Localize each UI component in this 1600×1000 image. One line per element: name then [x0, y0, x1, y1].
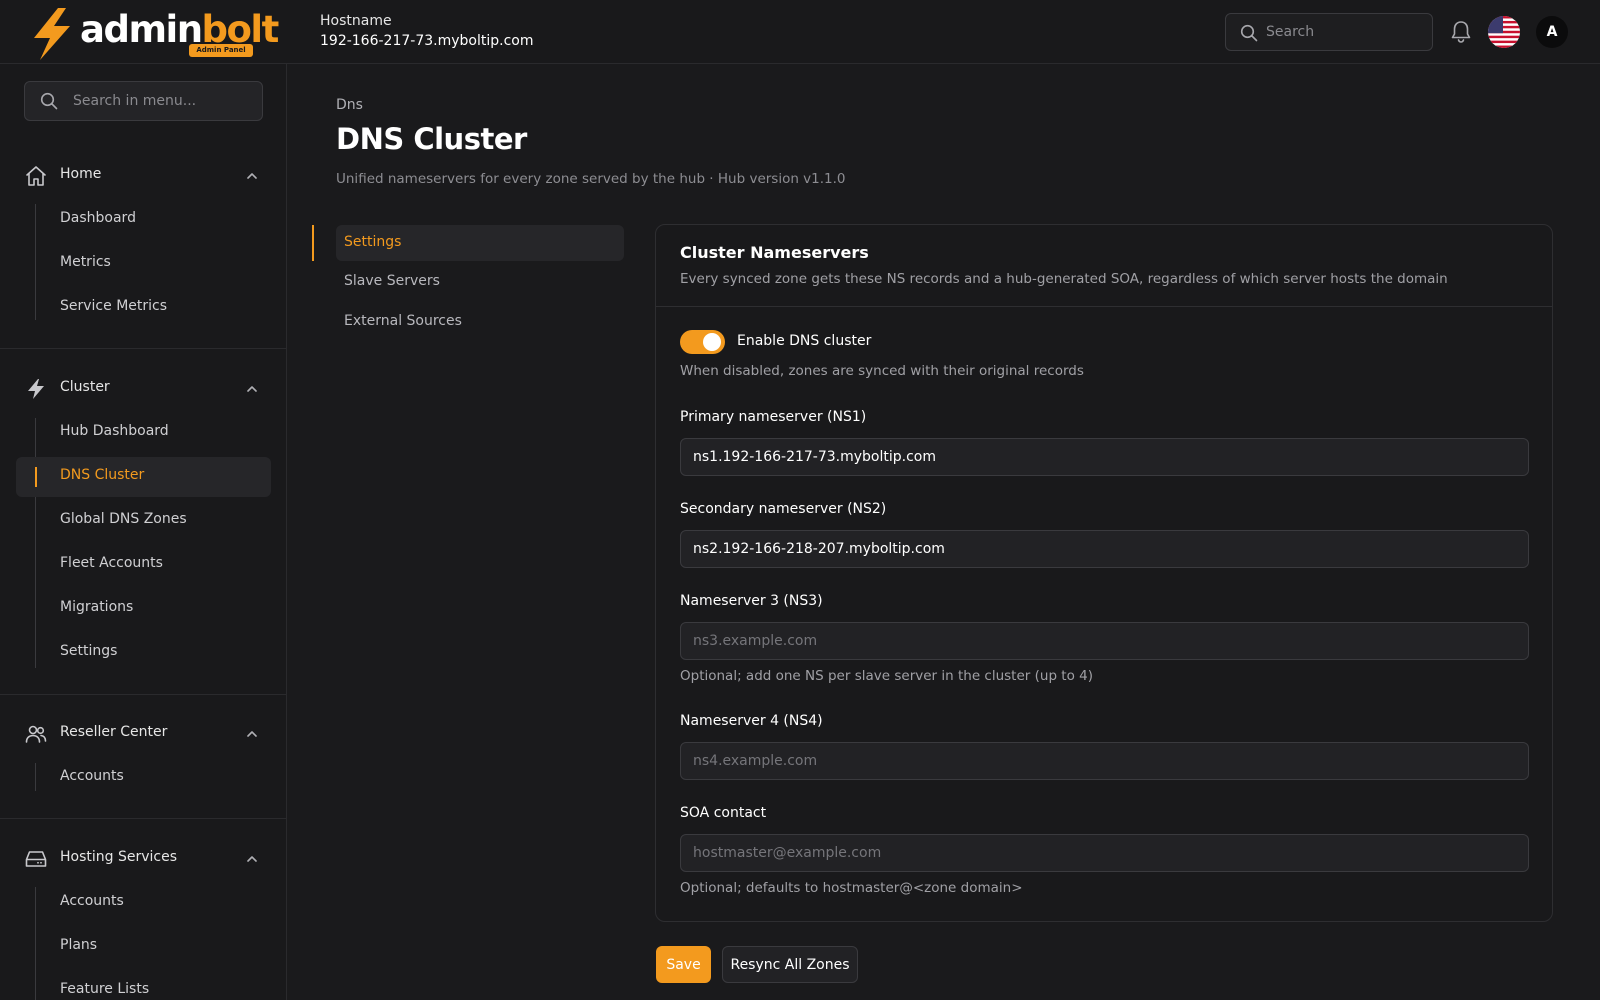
sidebar-item-label: Dashboard	[60, 210, 136, 226]
sidebar: Home Dashboard Metrics Service Metrics C…	[0, 64, 287, 1000]
toggle-knob	[703, 333, 721, 351]
sidebar-item-label: Metrics	[60, 254, 111, 270]
users-icon	[25, 725, 47, 743]
card-description: Every synced zone gets these NS records …	[680, 271, 1448, 287]
sidebar-item-label: Global DNS Zones	[60, 511, 187, 527]
card-title: Cluster Nameservers	[680, 243, 869, 262]
hostname-value: 192-166-217-73.myboltip.com	[320, 33, 534, 49]
chevron-up-icon	[247, 731, 257, 737]
admin-panel-badge: Admin Panel	[189, 44, 253, 57]
sidebar-tree-line	[35, 418, 36, 668]
chevron-up-icon	[247, 386, 257, 392]
search-icon	[40, 92, 58, 110]
sidebar-group-reseller-center[interactable]: Reseller Center	[0, 714, 286, 754]
sidebar-item-label: Settings	[60, 643, 118, 659]
sidebar-item-migrations[interactable]: Migrations	[16, 589, 271, 629]
page-title: DNS Cluster	[336, 122, 527, 156]
sidebar-group-label: Cluster	[60, 379, 110, 395]
page-subtitle: Unified nameservers for every zone serve…	[336, 171, 846, 187]
sidebar-item-label: Fleet Accounts	[60, 555, 163, 571]
sidebar-item-feature-lists[interactable]: Feature Lists	[16, 971, 271, 1000]
subnav-label: Settings	[344, 234, 402, 250]
ns4-label: Nameserver 4 (NS4)	[680, 713, 823, 729]
subnav-active-indicator	[312, 225, 314, 261]
top-search-input[interactable]	[1266, 14, 1426, 50]
sidebar-group-label: Hosting Services	[60, 849, 178, 865]
sidebar-item-label: Migrations	[60, 599, 134, 615]
sidebar-item-label: Feature Lists	[60, 981, 150, 997]
sidebar-item-metrics[interactable]: Metrics	[16, 244, 271, 284]
ns3-input[interactable]	[680, 622, 1529, 660]
toggle-hint: When disabled, zones are synced with the…	[680, 363, 1084, 379]
ns3-label: Nameserver 3 (NS3)	[680, 593, 823, 609]
hostname-label: Hostname	[320, 13, 392, 29]
ns1-input[interactable]	[680, 438, 1529, 476]
sidebar-item-hosting-accounts[interactable]: Accounts	[16, 883, 271, 923]
sidebar-item-plans[interactable]: Plans	[16, 927, 271, 967]
ns4-input[interactable]	[680, 742, 1529, 780]
subnav-slave-servers[interactable]: Slave Servers	[336, 264, 624, 300]
sidebar-item-reseller-accounts[interactable]: Accounts	[16, 758, 271, 798]
sidebar-item-label: Accounts	[60, 768, 124, 784]
menu-search-box[interactable]	[24, 81, 263, 121]
sidebar-item-label: Plans	[60, 937, 98, 953]
avatar[interactable]: A	[1536, 16, 1568, 48]
sidebar-item-dns-cluster[interactable]: DNS Cluster	[16, 457, 271, 497]
bell-icon[interactable]	[1450, 20, 1472, 44]
active-indicator	[35, 467, 37, 487]
sidebar-item-label: Service Metrics	[60, 298, 168, 314]
bolt-logo-icon	[34, 8, 70, 60]
sidebar-group-label: Reseller Center	[60, 724, 168, 740]
breadcrumb[interactable]: Dns	[336, 97, 363, 113]
cluster-nameservers-card: Cluster Nameservers Every synced zone ge…	[655, 224, 1553, 922]
sidebar-group-cluster[interactable]: Cluster	[0, 369, 286, 409]
subnav-label: Slave Servers	[344, 273, 440, 289]
card-divider	[656, 306, 1552, 307]
sidebar-divider	[0, 818, 286, 819]
ns1-label: Primary nameserver (NS1)	[680, 409, 867, 425]
enable-dns-cluster-toggle[interactable]	[680, 330, 725, 354]
sidebar-item-label: Hub Dashboard	[60, 423, 169, 439]
sidebar-item-label: DNS Cluster	[60, 467, 145, 483]
sidebar-group-hosting-services[interactable]: Hosting Services	[0, 839, 286, 879]
server-icon	[25, 851, 47, 867]
sidebar-item-label: Accounts	[60, 893, 124, 909]
menu-search-input[interactable]	[73, 82, 253, 120]
sidebar-item-settings[interactable]: Settings	[16, 633, 271, 673]
save-button[interactable]: Save	[656, 946, 711, 983]
ns3-hint: Optional; add one NS per slave server in…	[680, 668, 1094, 684]
ns2-label: Secondary nameserver (NS2)	[680, 501, 887, 517]
search-icon	[1240, 24, 1258, 42]
soa-contact-hint: Optional; defaults to hostmaster@<zone d…	[680, 880, 1023, 896]
us-flag-icon[interactable]	[1488, 16, 1520, 48]
bolt-icon	[28, 379, 44, 399]
resync-all-zones-button[interactable]: Resync All Zones	[722, 946, 858, 983]
soa-contact-label: SOA contact	[680, 805, 767, 821]
top-bar: adminbolt Admin Panel Hostname 192-166-2…	[0, 0, 1600, 64]
sidebar-item-hub-dashboard[interactable]: Hub Dashboard	[16, 413, 271, 453]
toggle-label: Enable DNS cluster	[737, 333, 872, 349]
sidebar-item-service-metrics[interactable]: Service Metrics	[16, 288, 271, 328]
home-icon	[26, 166, 46, 186]
sidebar-divider	[0, 694, 286, 695]
sidebar-divider	[0, 348, 286, 349]
ns2-input[interactable]	[680, 530, 1529, 568]
sidebar-item-global-dns-zones[interactable]: Global DNS Zones	[16, 501, 271, 541]
soa-contact-input[interactable]	[680, 834, 1529, 872]
hostname-block: Hostname 192-166-217-73.myboltip.com	[320, 12, 533, 52]
subnav-settings[interactable]: Settings	[336, 225, 624, 261]
sidebar-item-fleet-accounts[interactable]: Fleet Accounts	[16, 545, 271, 585]
adminbolt-logo[interactable]: adminbolt Admin Panel	[28, 6, 279, 60]
chevron-up-icon	[247, 173, 257, 179]
sidebar-item-dashboard[interactable]: Dashboard	[16, 200, 271, 240]
subnav-label: External Sources	[344, 313, 462, 329]
top-search-box[interactable]	[1225, 13, 1433, 51]
subnav-external-sources[interactable]: External Sources	[336, 304, 624, 340]
us-flag-graphic	[1488, 16, 1520, 48]
sidebar-group-label: Home	[60, 166, 102, 182]
chevron-up-icon	[247, 856, 257, 862]
sidebar-group-home[interactable]: Home	[0, 156, 286, 196]
